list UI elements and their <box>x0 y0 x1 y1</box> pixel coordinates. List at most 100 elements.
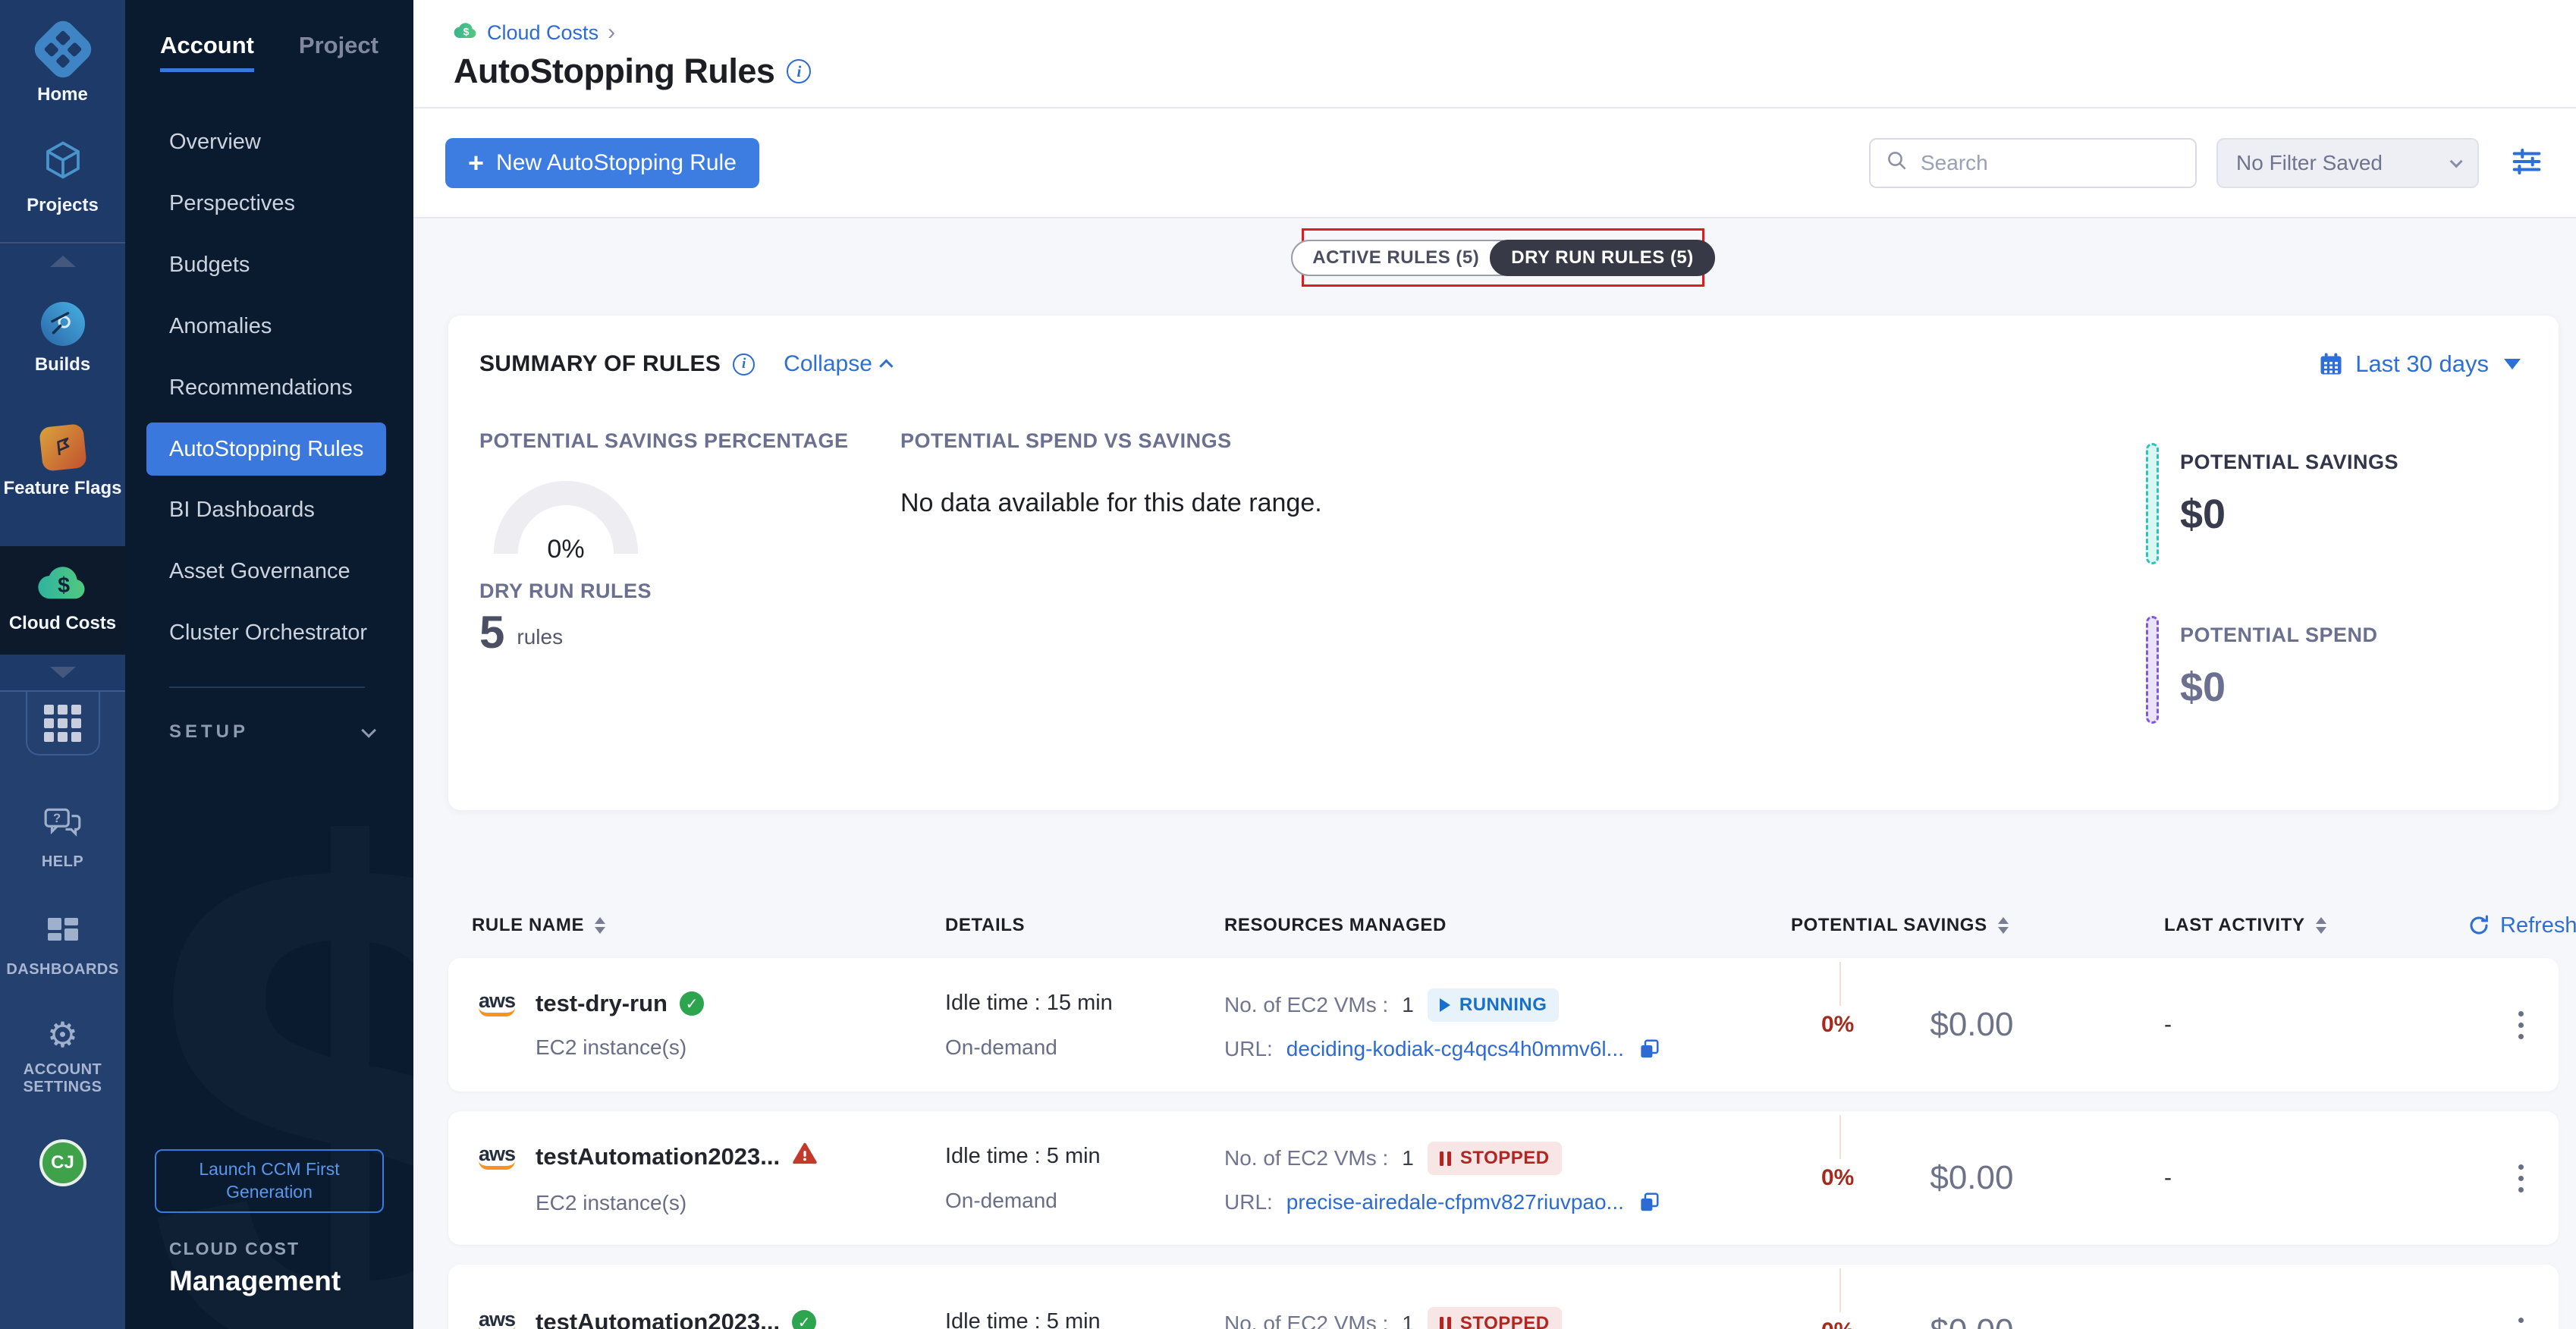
sidebar-item-autostopping-rules[interactable]: AutoStopping Rules <box>146 423 386 476</box>
potential-spend-value: $0 <box>2180 664 2378 711</box>
tab-active-rules[interactable]: ACTIVE RULES (5) <box>1291 240 1519 276</box>
summary-info-icon[interactable]: i <box>733 353 755 375</box>
last-activity: - <box>2164 1012 2467 1038</box>
sidebar-item-bi-dashboards[interactable]: BI Dashboards <box>125 479 413 541</box>
new-autostopping-rule-button[interactable]: + New AutoStopping Rule <box>445 138 759 188</box>
breadcrumb-link[interactable]: Cloud Costs <box>487 21 598 45</box>
rule-url-link[interactable]: deciding-kodiak-cg4qcs4h0mmv6l... <box>1286 1037 1624 1061</box>
title-info-icon[interactable]: i <box>787 59 811 83</box>
table-header: RULE NAME DETAILS RESOURCES MANAGED POTE… <box>448 909 2559 942</box>
sidebar-item-recommendations[interactable]: Recommendations <box>125 357 413 419</box>
vms-label: No. of EC2 VMs : <box>1224 993 1388 1017</box>
sort-icon[interactable] <box>2316 917 2326 934</box>
column-details: DETAILS <box>945 915 1224 936</box>
row-menu-button[interactable] <box>2518 1011 2524 1039</box>
rail-item-projects[interactable]: Projects <box>0 137 125 216</box>
play-icon <box>1440 998 1450 1012</box>
rule-url-link[interactable]: precise-airedale-cfpmv827riuvpao... <box>1286 1190 1624 1214</box>
refresh-icon <box>2467 913 2491 938</box>
copy-url-button[interactable] <box>1638 1038 1660 1060</box>
url-label: URL: <box>1224 1190 1273 1214</box>
status-badge-stopped: STOPPED <box>1428 1142 1562 1175</box>
pause-icon <box>1440 1151 1451 1166</box>
rail-item-account-settings[interactable]: ⚙ ACCOUNT SETTINGS <box>17 1017 108 1095</box>
sidebar-item-asset-governance[interactable]: Asset Governance <box>125 541 413 602</box>
rail-item-label: Home <box>37 85 88 105</box>
rail-item-dashboards[interactable]: DASHBOARDS <box>6 915 118 978</box>
module-rail: Home Projects Builds <box>0 0 125 1329</box>
sidebar-item-anomalies[interactable]: Anomalies <box>125 296 413 357</box>
sort-icon[interactable] <box>1998 917 2009 934</box>
fulfilment: On-demand <box>945 1035 1224 1060</box>
sidebar-item-cluster-orchestrator[interactable]: Cluster Orchestrator <box>125 602 413 664</box>
warning-triangle-icon <box>792 1141 818 1173</box>
sidebar-divider <box>169 686 365 688</box>
user-avatar[interactable]: CJ <box>39 1139 86 1186</box>
tab-dry-run-rules[interactable]: DRY RUN RULES (5) <box>1490 240 1715 276</box>
search-input[interactable] <box>1921 151 2180 175</box>
idle-time: Idle time : 5 min <box>945 1144 1224 1169</box>
saved-filter-value: No Filter Saved <box>2236 151 2383 175</box>
table-row[interactable]: aws testAutomation2023... EC2 instance <box>448 1111 2559 1245</box>
dry-run-count-unit: rules <box>517 625 563 655</box>
potential-spend-stat: POTENTIAL SPEND $0 <box>2146 616 2378 724</box>
search-box <box>1869 138 2197 188</box>
scroll-up-arrow-icon[interactable] <box>50 256 76 267</box>
copy-icon <box>1638 1038 1660 1060</box>
sidebar-item-overview[interactable]: Overview <box>125 112 413 173</box>
breadcrumb-separator: › <box>608 20 615 46</box>
chevron-down-icon <box>2450 155 2463 168</box>
rail-item-label: ACCOUNT SETTINGS <box>17 1061 108 1095</box>
column-potential-savings: POTENTIAL SAVINGS <box>1791 915 2164 936</box>
saved-filter-dropdown[interactable]: No Filter Saved <box>2216 138 2479 188</box>
rule-resource-type: EC2 instance(s) <box>536 1191 945 1215</box>
sidebar-item-budgets[interactable]: Budgets <box>125 234 413 296</box>
date-range-dropdown[interactable]: Last 30 days <box>2317 350 2521 378</box>
toolbar: + New AutoStopping Rule No Filter Saved <box>413 108 2576 218</box>
sidebar-item-perspectives[interactable]: Perspectives <box>125 173 413 234</box>
scope-tabs: Account Project <box>125 0 413 72</box>
dashboards-icon <box>45 915 81 952</box>
tab-account[interactable]: Account <box>160 32 254 72</box>
setup-section-toggle[interactable]: SETUP <box>125 721 413 743</box>
rail-lower-section: ? HELP DASHBOARDS ⚙ ACCOUNT SETTINGS CJ <box>0 690 125 1329</box>
scroll-down-arrow-icon[interactable] <box>50 667 76 678</box>
table-row[interactable]: aws testAutomation2023... ✓ Idle time : … <box>448 1265 2559 1329</box>
rail-item-feature-flags[interactable]: Feature Flags <box>0 426 125 499</box>
app-window: Home Projects Builds <box>0 0 2576 1329</box>
gear-icon: ⚙ <box>47 1017 78 1052</box>
pause-icon <box>1440 1317 1451 1329</box>
caret-down-icon <box>2504 359 2521 369</box>
row-menu-button[interactable] <box>2518 1164 2524 1192</box>
spend-vs-savings-label: POTENTIAL SPEND VS SAVINGS <box>900 429 1232 453</box>
rule-name[interactable]: test-dry-run <box>536 990 668 1017</box>
sort-icon[interactable] <box>595 917 605 934</box>
rule-name[interactable]: testAutomation2023... <box>536 1143 780 1170</box>
vms-label: No. of EC2 VMs : <box>1224 1312 1388 1329</box>
rule-name[interactable]: testAutomation2023... <box>536 1309 780 1329</box>
status-badge-running: RUNNING <box>1428 988 1560 1022</box>
rail-item-home[interactable]: Home <box>0 23 125 105</box>
row-menu-button[interactable] <box>2518 1318 2524 1329</box>
filter-panel-button[interactable] <box>2509 144 2544 181</box>
rail-item-builds[interactable]: Builds <box>0 302 125 375</box>
calendar-icon <box>2317 350 2345 378</box>
vms-label: No. of EC2 VMs : <box>1224 1146 1388 1170</box>
aws-logo-icon: aws <box>472 991 522 1016</box>
summary-of-rules-card: SUMMARY OF RULES i Collapse <box>448 316 2559 810</box>
chevron-up-icon <box>879 359 893 372</box>
table-row[interactable]: aws test-dry-run ✓ EC2 instance(s) Idle … <box>448 958 2559 1092</box>
collapse-link[interactable]: Collapse <box>784 351 893 377</box>
column-resources-managed: RESOURCES MANAGED <box>1224 915 1791 936</box>
rail-item-help[interactable]: ? HELP <box>42 806 83 870</box>
vms-count: 1 <box>1402 993 1414 1017</box>
module-picker-button[interactable] <box>26 692 100 756</box>
tab-project[interactable]: Project <box>299 32 379 59</box>
potential-savings-stat: POTENTIAL SAVINGS $0 <box>2146 443 2399 564</box>
rail-item-cloud-costs-selected[interactable]: $ Cloud Costs <box>0 546 125 655</box>
savings-percent: 0% <box>1821 1318 1854 1329</box>
copy-url-button[interactable] <box>1638 1191 1660 1214</box>
launch-ccm-first-gen-button[interactable]: Launch CCM First Generation <box>155 1149 384 1213</box>
svg-text:$: $ <box>463 25 470 37</box>
refresh-button[interactable]: Refresh <box>2467 913 2576 938</box>
